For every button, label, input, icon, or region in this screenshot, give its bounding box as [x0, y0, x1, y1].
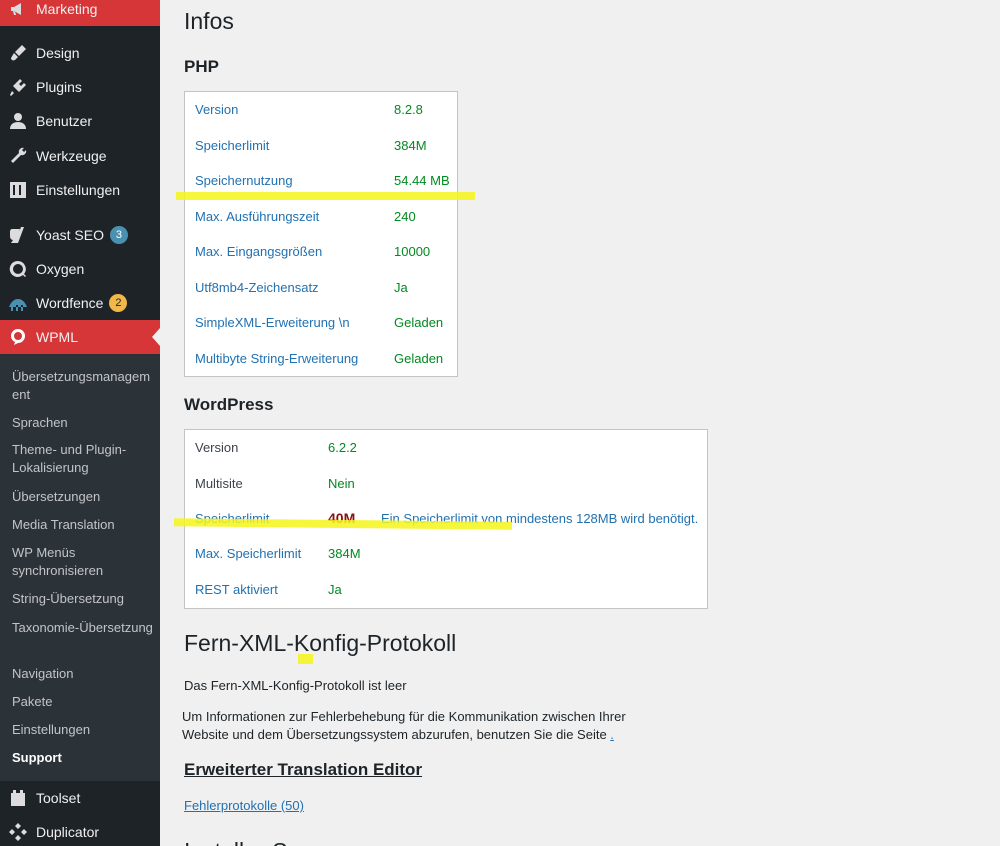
editor-heading: Erweiterter Translation Editor	[184, 760, 423, 779]
wordfence-icon	[0, 293, 36, 313]
menu-yoast-seo[interactable]: Yoast SEO 3	[0, 218, 160, 252]
yoast-icon	[0, 225, 36, 245]
paintbrush-icon	[0, 43, 36, 63]
menu-label: Wordfence	[36, 295, 104, 311]
menu-label: Benutzer	[36, 113, 93, 129]
menu-label: Toolset	[36, 790, 81, 806]
menu-werkzeuge[interactable]: Werkzeuge	[0, 139, 160, 173]
xml-log-empty-text: Das Fern-XML-Konfig-Protokoll ist leer	[184, 678, 407, 693]
menu-label: Werkzeuge	[36, 148, 107, 164]
info-text-line1: Um Informationen zur Fehlerbehebung für …	[182, 709, 626, 724]
submenu-taxonomie-uebersetzung[interactable]: Taxonomie-Übersetzung	[12, 619, 154, 637]
menu-label: Yoast SEO	[36, 227, 104, 243]
submenu-string-uebersetzung[interactable]: String-Übersetzung	[12, 590, 154, 608]
wpml-icon	[0, 327, 36, 347]
oxygen-icon	[0, 259, 36, 279]
menu-toolset[interactable]: Toolset	[0, 781, 160, 815]
main-content: Infos PHP Version 8.2.8 Speicherlimit 384M…	[173, 0, 1000, 846]
highlight-mark	[298, 654, 313, 664]
submenu-theme-plugin-lokalisierung[interactable]: Theme- und Plugin-Lokalisierung	[12, 441, 154, 477]
submenu-uebersetzungen[interactable]: Übersetzungen	[12, 488, 154, 506]
page-title: Infos	[184, 8, 234, 34]
menu-oxygen[interactable]: Oxygen	[0, 252, 160, 286]
settings-sliders-icon	[0, 180, 36, 200]
menu-plugins[interactable]: Plugins	[0, 70, 160, 104]
menu-label: Duplicator	[36, 824, 100, 840]
toolset-icon	[0, 788, 36, 808]
wrench-icon	[0, 146, 36, 166]
submenu-wp-menues-synchronisieren[interactable]: WP Menüs synchronisieren	[12, 544, 154, 580]
info-text-line2: Website und dem Übersetzungssystem abzur…	[182, 727, 614, 742]
alert-count-badge: 2	[109, 294, 128, 312]
user-icon	[0, 111, 36, 131]
submenu-uebersetzungsmanagement[interactable]: Übersetzungsmanagem ent	[12, 368, 154, 404]
wordpress-heading: WordPress	[184, 395, 274, 414]
menu-wordfence[interactable]: Wordfence 2	[0, 286, 160, 320]
menu-label: Design	[36, 45, 80, 61]
submenu-sprachen[interactable]: Sprachen	[12, 414, 154, 432]
error-logs-link[interactable]: Fehlerprotokolle (50)	[184, 798, 304, 813]
admin-sidebar: Marketing Design Plugins Benutzer Werkze…	[0, 0, 160, 846]
highlight-mark	[176, 192, 475, 200]
submenu-media-translation[interactable]: Media Translation	[12, 516, 154, 534]
troubleshooting-page-link[interactable]: .	[610, 727, 614, 742]
menu-label: Marketing	[36, 1, 98, 17]
menu-label: Oxygen	[36, 261, 85, 277]
submenu-navigation[interactable]: Navigation	[12, 665, 154, 683]
php-heading: PHP	[184, 57, 219, 76]
submenu-support[interactable]: Support	[12, 749, 154, 767]
megaphone-icon	[0, 0, 36, 19]
menu-duplicator[interactable]: Duplicator	[0, 815, 160, 846]
plugin-icon	[0, 77, 36, 97]
submenu-pakete[interactable]: Pakete	[12, 693, 154, 711]
menu-label: WPML	[36, 329, 78, 345]
menu-design[interactable]: Design	[0, 36, 160, 70]
menu-label: Einstellungen	[36, 182, 121, 198]
php-info-table: Version 8.2.8 Speicherlimit 384M Speichern…	[184, 91, 458, 377]
wpml-submenu: Übersetzungsmanagem ent Sprachen Theme- …	[0, 354, 160, 781]
menu-benutzer[interactable]: Benutzer	[0, 104, 160, 138]
menu-wpml[interactable]: WPML	[0, 320, 160, 354]
xml-log-heading: Fern-XML-Konfig-Protokoll	[184, 630, 457, 656]
submenu-einstellungen[interactable]: Einstellungen	[12, 721, 154, 739]
menu-marketing[interactable]: Marketing	[0, 0, 160, 26]
menu-einstellungen[interactable]: Einstellungen	[0, 173, 160, 207]
cutoff-heading: Installer-S...	[184, 838, 307, 846]
update-count-badge: 3	[109, 226, 128, 244]
duplicator-icon	[0, 822, 36, 842]
menu-label: Plugins	[36, 79, 82, 95]
